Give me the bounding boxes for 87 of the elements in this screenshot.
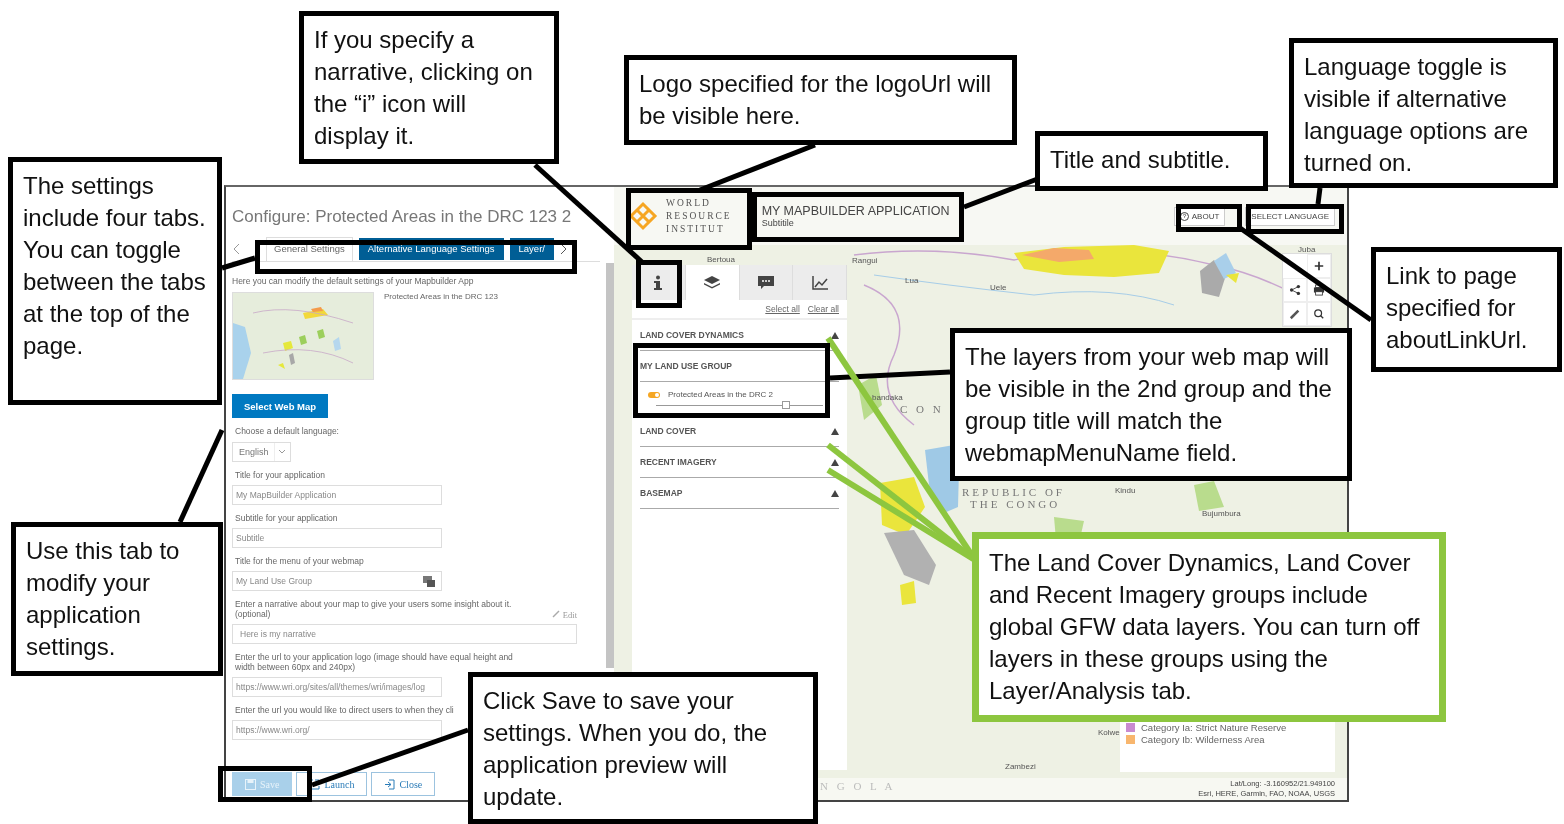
info-icon (652, 274, 665, 291)
input-field[interactable]: Here is my narrative (232, 624, 577, 644)
map-label: bandaka (872, 393, 903, 402)
layer-toggle[interactable] (648, 391, 660, 398)
layer-group-header[interactable]: BASEMAP (640, 478, 839, 509)
map-label: Bujumbura (1202, 509, 1241, 518)
app-title: MY MAPBUILDER APPLICATION (761, 204, 950, 218)
language-dropdown[interactable]: English (232, 442, 291, 462)
logo-text: WORLD RESOURCE INSTITUT (666, 196, 732, 236)
map-label: Lua (905, 276, 919, 285)
close-button[interactable]: Close (371, 772, 436, 796)
annotation-callout: The settings include four tabs. You can toggle between the tabs at the top of the page. (8, 157, 222, 405)
annotation-callout: Click Save to save your settings. When you do, the application preview will update. (468, 672, 818, 824)
pencil-icon (551, 609, 561, 618)
select-web-map-button[interactable]: Select Web Map (232, 394, 328, 418)
map-label: THE CONGO (970, 498, 1061, 510)
pencil-icon[interactable] (1283, 302, 1307, 326)
map-label: Rangui (852, 256, 878, 265)
print-icon[interactable] (1307, 278, 1331, 302)
chevron-right-icon[interactable] (559, 243, 568, 255)
field-label: Title for your application (235, 470, 325, 480)
leader-line (1315, 187, 1323, 205)
slider-thumb[interactable] (782, 401, 791, 409)
field-label: Enter the url to your application logo (image should have equal height and width between 60px and 240px) (235, 652, 514, 672)
map-label: Kolwe (1098, 728, 1120, 737)
caret-icon[interactable] (831, 489, 839, 497)
input-field[interactable]: Subtitle (232, 528, 442, 548)
help-icon (1179, 211, 1189, 221)
close-icon (384, 778, 396, 790)
launch-icon (309, 778, 321, 790)
input-field[interactable]: https://www.wri.org/sites/all/themes/wri/images/log (232, 677, 442, 697)
chart-icon (811, 275, 828, 290)
input-field[interactable]: https://www.wri.org/ (232, 720, 442, 740)
logo-icon (628, 201, 658, 231)
zoom-in-icon[interactable] (1307, 254, 1331, 278)
field-label: Enter a narrative about your map to give your users some insight about it. (optional) (235, 599, 513, 619)
annotation-callout: The layers from your web map will be visible in the 2nd group and the group title will match the webmapMenuName field. (950, 328, 1352, 481)
map-label: Kindu (1115, 486, 1136, 495)
map-label: Juba (1298, 245, 1316, 254)
protected-area (880, 477, 925, 535)
layer-group-header[interactable]: LAND COVER (640, 416, 839, 447)
layer-name: Protected Areas in the DRC 2 (668, 390, 773, 399)
highlight-frame (636, 260, 682, 308)
layers-icon (704, 275, 721, 290)
app-subtitle: Subtitile (761, 218, 795, 228)
legend-label: Category Ib: Wilderness Area (1141, 734, 1265, 745)
map-label: Zambezi (1005, 762, 1036, 771)
intro-text: Here you can modify the default settings of your Mapbuilder App (232, 276, 475, 286)
layer-group-header[interactable]: RECENT IMAGERY (640, 447, 839, 478)
annotation-callout: Title and subtitle. (1035, 131, 1268, 191)
input-field[interactable]: My MapBuilder Application (232, 485, 442, 505)
scrollbar[interactable] (606, 263, 614, 668)
comment-icon (757, 275, 774, 290)
annotation-callout: If you specify a narrative, clicking on the “i” icon will display it. (299, 11, 559, 164)
input-field[interactable]: My Land Use Group (232, 571, 442, 591)
annotation-callout: Logo specified for the logoUrl will be visible here. (624, 55, 1017, 145)
caret-icon[interactable] (831, 331, 839, 339)
field-label: Title for the menu of your webmap (235, 556, 364, 566)
leader-line (221, 255, 256, 271)
annotation-callout: Language toggle is visible if alternative language options are turned on. (1289, 38, 1558, 188)
map-label: Bertoua (707, 255, 736, 264)
highlight-frame (1176, 204, 1242, 232)
chevron-left-icon[interactable] (232, 243, 240, 255)
caret-icon[interactable] (831, 427, 839, 435)
layer-group-header[interactable]: MY LAND USE GROUP (640, 351, 839, 382)
field-label: Subtitle for your application (235, 513, 338, 523)
map-label: REPUBLIC OF (962, 486, 1065, 498)
map-label: C O N (900, 403, 944, 415)
select-all-link[interactable]: Select all (765, 304, 800, 314)
annotation-callout: Use this tab to modify your application settings. (11, 522, 223, 676)
protected-area (1200, 253, 1239, 297)
webmap-title: Protected Areas in the DRC 123 (384, 292, 498, 303)
panel-tab[interactable] (739, 265, 794, 300)
caret-icon[interactable] (831, 458, 839, 466)
clear-all-link[interactable]: Clear all (807, 304, 839, 314)
dialog-title: Configure: Protected Areas in the DRC 123 2 (232, 207, 573, 227)
annotation-callout: The Land Cover Dynamics, Land Cover and Recent Imagery groups include global GFW data layers. You can turn off layers in these groups using the Layer/Analysis tab. (972, 532, 1446, 722)
share-icon[interactable] (1283, 278, 1307, 302)
legend-label: Category Ia: Strict Nature Reserve (1141, 722, 1287, 733)
field-label: Choose a default language: (235, 426, 339, 436)
translate-icon[interactable] (423, 575, 435, 587)
layer-group-header[interactable]: LAND COVER DYNAMICS (640, 320, 839, 351)
map-label: Uele (990, 283, 1007, 292)
search-icon[interactable] (1307, 302, 1331, 326)
annotation-callout: Link to page specified for aboutLinkUrl. (1371, 247, 1562, 372)
field-label: Enter the url you would like to direct users to when they cli (235, 705, 454, 715)
save-icon (245, 778, 256, 790)
